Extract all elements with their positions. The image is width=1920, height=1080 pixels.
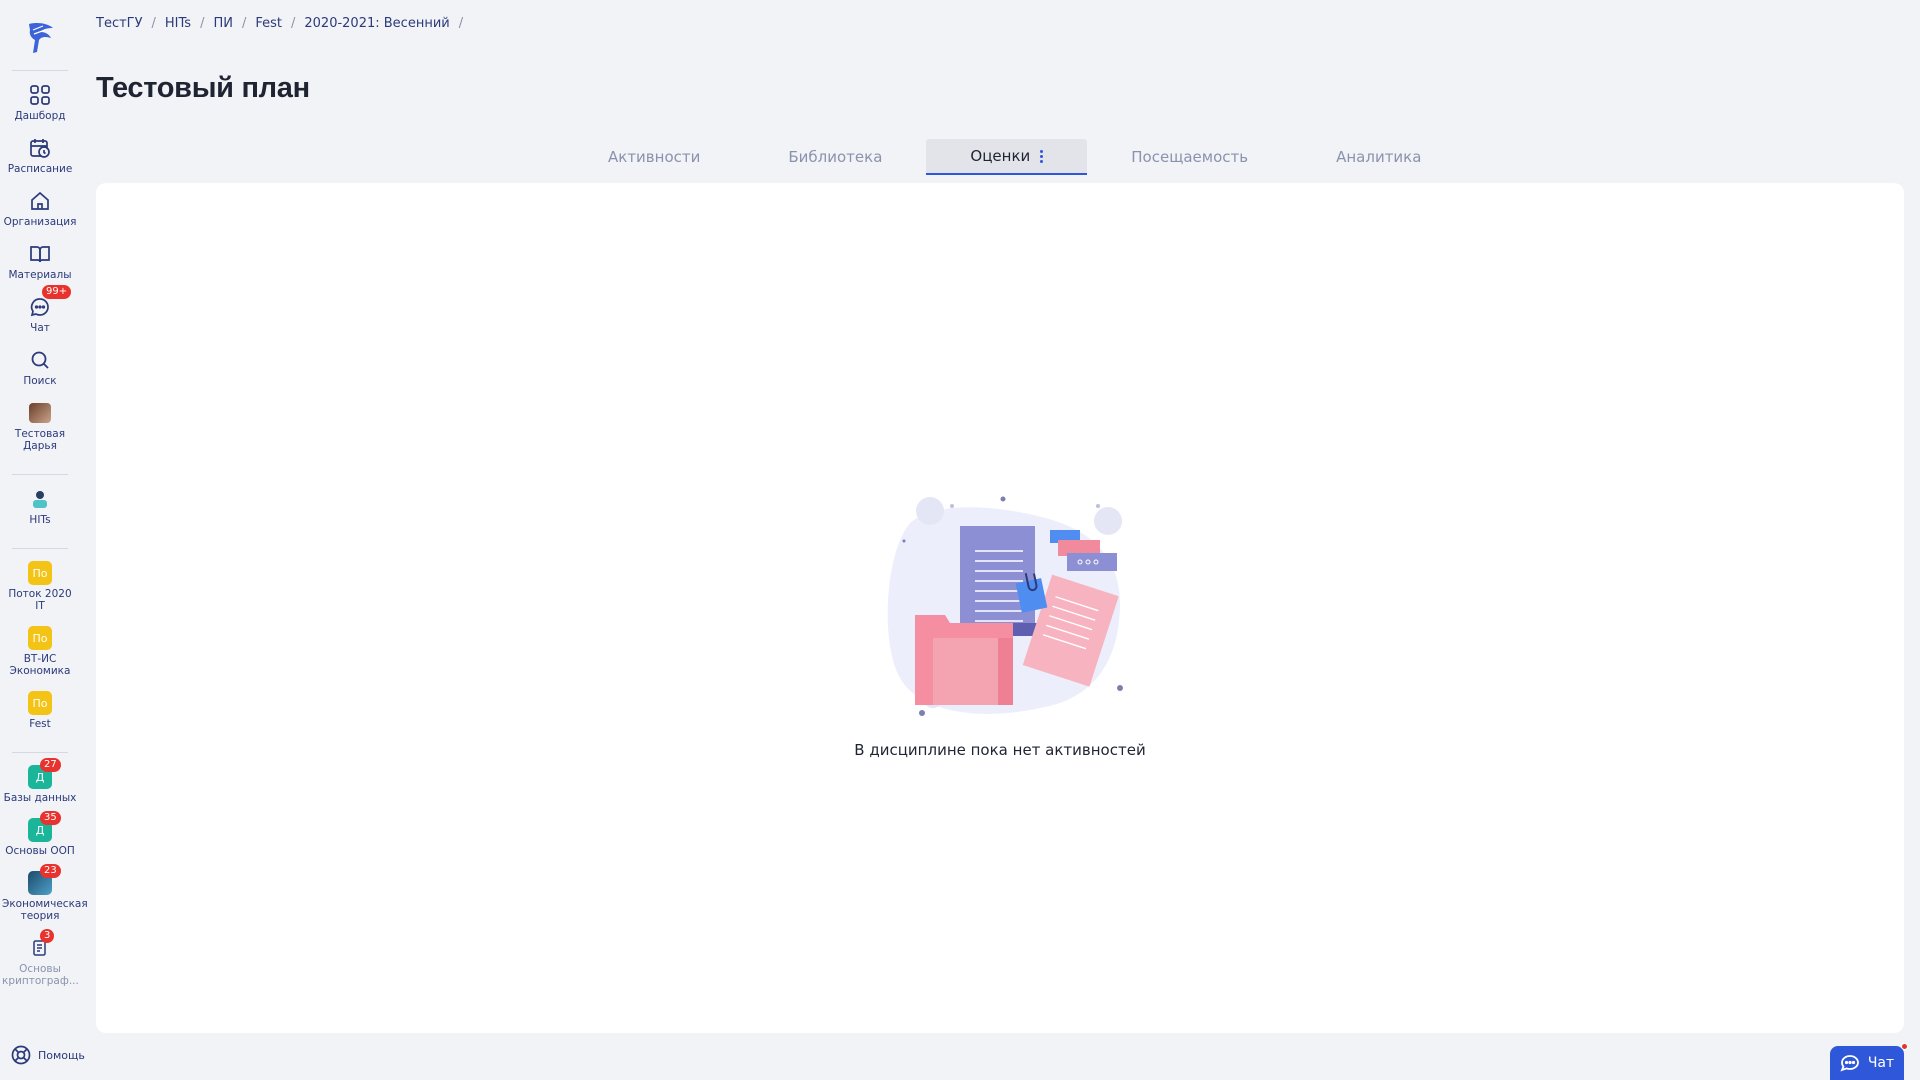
book-icon [28,242,52,266]
sidebar-course-item[interactable]: 3 Основы криптограф... [0,929,80,991]
group-avatar: По [28,626,52,650]
sidebar-item-label: Основы криптограф... [2,963,79,987]
tab-library[interactable]: Библиотека [744,139,926,175]
empty-documents-illustration [887,496,1123,716]
notification-dot [1901,1043,1908,1050]
chat-bubble-icon [1840,1055,1859,1072]
sidebar-item-dashboard[interactable]: Дашборд [0,79,80,126]
sidebar-group-item[interactable]: По ВТ-ИС Экономика [0,622,80,681]
app-logo[interactable] [20,18,60,58]
sidebar-item-label: Расписание [7,163,73,175]
sidebar-item-label: Базы данных [3,792,77,804]
sidebar-item-label: ВТ-ИС Экономика [9,653,71,677]
sidebar: Дашборд Расписание Организация Материалы [0,0,88,1080]
sidebar-item-label: Экономическая теория [2,898,88,922]
page-title: Тестовый план [96,72,310,104]
sidebar-item-label: Чат [30,322,50,334]
sidebar-item-label: Материалы [8,269,72,281]
group-avatar: По [28,691,52,715]
content-panel: В дисциплине пока нет активностей [96,183,1904,1033]
org-avatar [28,487,52,511]
sidebar-group-item[interactable]: По Fest [0,687,80,734]
breadcrumb-item[interactable]: ПИ [213,16,233,31]
home-icon [28,189,52,213]
sidebar-divider [12,474,68,475]
unread-badge: 27 [40,758,61,772]
grid-icon [28,83,52,107]
breadcrumb-item[interactable]: 2020-2021: Весенний [304,16,449,31]
sidebar-course-item[interactable]: Д 35 Основы ООП [0,811,80,861]
more-vertical-icon[interactable] [1040,149,1044,163]
breadcrumb-separator: / [291,16,296,31]
tab-bar: Активности Библиотека Оценки Посещаемост… [564,139,1465,175]
tab-grades[interactable]: Оценки [926,139,1088,175]
sidebar-item-chat[interactable]: 99+ Чат [0,285,80,338]
unread-badge: 35 [40,811,61,825]
sidebar-item-label: Организация [3,216,77,228]
sidebar-item-label: Тестовая Дарья [14,428,66,452]
sidebar-item-profile[interactable]: Тестовая Дарья [0,397,80,456]
breadcrumb-item[interactable]: Fest [255,16,282,31]
breadcrumb-separator: / [200,16,205,31]
tab-label: Оценки [970,147,1031,165]
breadcrumb-separator: / [151,16,156,31]
tab-analytics[interactable]: Аналитика [1292,139,1465,175]
breadcrumb-separator: / [458,16,464,31]
sidebar-divider [12,70,68,71]
breadcrumb-item[interactable]: ТестГУ [96,16,143,31]
sidebar-item-label: Поиск [23,375,57,387]
breadcrumb: ТестГУ / HITs / ПИ / Fest / 2020-2021: В… [96,16,472,31]
sidebar-item-search[interactable]: Поиск [0,344,80,391]
group-avatar: По [28,561,52,585]
sidebar-divider [12,752,68,753]
sidebar-course-item[interactable]: Д 27 Базы данных [0,758,80,808]
breadcrumb-item[interactable]: HITs [165,16,191,31]
sidebar-course-item[interactable]: 23 Экономическая теория [0,864,88,926]
sidebar-item-org[interactable]: HITs [0,483,80,530]
chat-button[interactable]: Чат [1830,1043,1908,1080]
empty-state: В дисциплине пока нет активностей [96,493,1904,759]
sidebar-item-materials[interactable]: Материалы [0,238,80,285]
calendar-clock-icon [28,136,52,160]
unread-badge: 23 [40,864,61,878]
unread-badge: 3 [40,929,55,943]
sidebar-item-organization[interactable]: Организация [0,185,80,232]
help-link[interactable]: Помощь [10,1044,85,1066]
chat-button-label: Чат [1867,1055,1895,1071]
lifebuoy-icon [11,1045,31,1065]
sidebar-divider [12,548,68,549]
sidebar-item-label: Fest [29,718,51,730]
tab-attendance[interactable]: Посещаемость [1087,139,1292,175]
search-icon [28,348,52,372]
tab-activities[interactable]: Активности [564,139,744,175]
sidebar-item-label: Основы ООП [5,845,75,857]
breadcrumb-separator: / [241,16,247,31]
user-avatar [28,401,52,425]
sidebar-item-label: HITs [29,514,51,526]
sidebar-group-item[interactable]: По Поток 2020 IT [0,557,80,616]
sidebar-item-label: Поток 2020 IT [8,588,72,612]
sidebar-item-label: Дашборд [14,110,66,122]
sidebar-item-schedule[interactable]: Расписание [0,132,80,179]
empty-state-text: В дисциплине пока нет активностей [854,741,1146,759]
unread-badge: 99+ [42,285,72,299]
help-label: Помощь [38,1048,85,1062]
chat-icon: 99+ [28,285,72,319]
